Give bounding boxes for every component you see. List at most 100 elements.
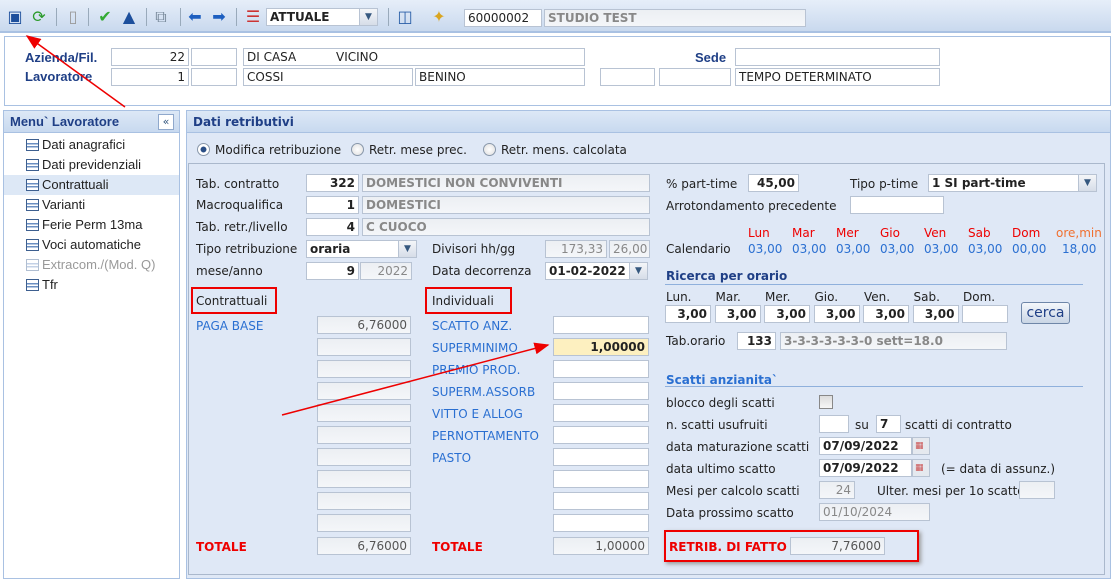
tab-contratto-code[interactable]: 322: [306, 174, 359, 192]
individuali-row-input[interactable]: [553, 360, 649, 378]
data-decorrenza-select[interactable]: 01-02-2022 ▼: [545, 262, 648, 280]
individuali-row-input[interactable]: [553, 382, 649, 400]
refresh-icon[interactable]: ⟳: [30, 8, 48, 26]
sidebar: Menu` Lavoratore « Dati anagrafici Dati p…: [3, 110, 180, 579]
individuali-row-input[interactable]: [553, 492, 649, 510]
cerca-button[interactable]: cerca: [1021, 302, 1070, 324]
arrow-right-icon[interactable]: ➡: [210, 8, 228, 26]
ricerca-day-input[interactable]: [962, 305, 1008, 323]
ricerca-day-input[interactable]: 3,00: [714, 305, 761, 323]
tab-contratto-desc: DOMESTICI NON CONVIVENTI: [362, 174, 650, 192]
calendar-day-label: Mer: [836, 226, 859, 240]
list-icon[interactable]: ☰: [244, 8, 262, 26]
sede-field[interactable]: [735, 48, 940, 66]
lavoratore-label: Lavoratore: [25, 69, 93, 84]
ulter-field: [1019, 481, 1055, 499]
radio-mese-prec[interactable]: [351, 143, 364, 156]
radio-label: Modifica retribuzione: [215, 143, 342, 157]
individuali-row-input[interactable]: [553, 316, 649, 334]
wand-icon[interactable]: ✦: [430, 8, 448, 26]
arrotondamento-field[interactable]: [850, 196, 944, 214]
azienda-fil[interactable]: [191, 48, 237, 66]
form-icon: [26, 139, 39, 151]
calendar-day-label: Ven: [924, 226, 947, 240]
mese-field[interactable]: 9: [306, 262, 359, 280]
individuali-row-input[interactable]: [553, 448, 649, 466]
individuali-row-input[interactable]: [553, 426, 649, 444]
ultimo-field[interactable]: 07/09/2022: [819, 459, 912, 477]
individuali-title: Individuali: [432, 294, 494, 308]
individuali-row-label: SUPERM.ASSORB: [432, 385, 536, 399]
macroqualifica-code[interactable]: 1: [306, 196, 359, 214]
part-time-field[interactable]: 45,00: [748, 174, 799, 192]
contratto-scatti-field[interactable]: 7: [876, 415, 901, 433]
contrattuali-row-value: [317, 426, 411, 444]
period-select[interactable]: ATTUALE ▼: [266, 8, 378, 26]
ricerca-day-input[interactable]: 3,00: [912, 305, 959, 323]
tipo-retribuzione-select[interactable]: oraria ▼: [306, 240, 417, 258]
radio-modifica[interactable]: [197, 143, 210, 156]
sidebar-item[interactable]: Voci automatiche: [4, 235, 179, 255]
copy-icon[interactable]: ⧉: [152, 8, 170, 26]
sidebar-item-label: Extracom./(Mod. Q): [42, 257, 156, 272]
sidebar-item[interactable]: Dati anagrafici: [4, 135, 179, 155]
divisori-label: Divisori hh/gg: [432, 242, 516, 256]
calendar-day-value: 03,00: [924, 242, 959, 256]
sidebar-item[interactable]: Contrattuali: [4, 175, 179, 195]
individuali-row-input[interactable]: [553, 514, 649, 532]
tab-orario-desc: 3-3-3-3-3-3-0 sett=18.0: [780, 332, 1007, 350]
blocco-checkbox[interactable]: [819, 395, 833, 409]
ricerca-day-input[interactable]: 3,00: [813, 305, 860, 323]
individuali-row-label: SCATTO ANZ.: [432, 319, 513, 333]
radio-label: Retr. mens. calcolata: [501, 143, 627, 157]
tipo-ptime-select[interactable]: 1 SI part-time ▼: [928, 174, 1097, 192]
contrattuali-row-value: 6,76000: [317, 316, 411, 334]
calendar-day-label: Mar: [792, 226, 815, 240]
delete-icon[interactable]: ▯: [64, 8, 82, 26]
form-icon: [26, 259, 39, 271]
individuali-row-input[interactable]: 1,00000: [553, 338, 649, 356]
save-icon[interactable]: ▣: [6, 8, 24, 26]
sidebar-item[interactable]: Dati previdenziali: [4, 155, 179, 175]
collapse-icon[interactable]: «: [158, 114, 174, 130]
ricerca-day-input[interactable]: 3,00: [863, 305, 909, 323]
sidebar-item-label: Varianti: [42, 197, 86, 212]
tab-retr-code[interactable]: 4: [306, 218, 359, 236]
azienda-label: Azienda/Fil.: [25, 50, 98, 65]
contrattuali-row-value: [317, 360, 411, 378]
tab-orario-label: Tab.orario: [666, 334, 726, 348]
archive-icon[interactable]: ◫: [396, 8, 414, 26]
radio-mens-calcolata[interactable]: [483, 143, 496, 156]
up-icon[interactable]: ▲: [120, 8, 138, 26]
arrotondamento-label: Arrotondamento precedente: [666, 199, 837, 213]
contrattuali-row-value: [317, 514, 411, 532]
tipo-retribuzione-label: Tipo retribuzione: [196, 242, 298, 256]
lavoratore-code[interactable]: 1: [111, 68, 189, 86]
individuali-row-input[interactable]: [553, 404, 649, 422]
individuali-row-input[interactable]: [553, 470, 649, 488]
data-decorrenza-value: 01-02-2022: [549, 264, 626, 278]
macroqualifica-desc: DOMESTICI: [362, 196, 650, 214]
prossimo-label: Data prossimo scatto: [666, 506, 794, 520]
sidebar-item[interactable]: Varianti: [4, 195, 179, 215]
su-label: su: [855, 418, 869, 432]
usufruiti-field[interactable]: [819, 415, 849, 433]
azienda-code[interactable]: 22: [111, 48, 189, 66]
maturazione-label: data maturazione scatti: [666, 440, 810, 454]
ricerca-day-label: Dom.: [963, 290, 996, 304]
tab-orario-code[interactable]: 133: [737, 332, 776, 350]
sidebar-item[interactable]: Ferie Perm 13ma: [4, 215, 179, 235]
calendar-icon[interactable]: ▦: [912, 459, 930, 477]
form-icon: [26, 159, 39, 171]
calendar-icon[interactable]: ▦: [912, 437, 930, 455]
maturazione-field[interactable]: 07/09/2022: [819, 437, 912, 455]
confirm-icon[interactable]: ✔: [96, 8, 114, 26]
arrow-left-icon[interactable]: ⬅: [186, 8, 204, 26]
sidebar-item[interactable]: Tfr: [4, 275, 179, 295]
ricerca-day-input[interactable]: 3,00: [665, 305, 711, 323]
period-value: ATTUALE: [270, 10, 330, 24]
lavoratore-sub[interactable]: [191, 68, 237, 86]
ricerca-day-input[interactable]: 3,00: [764, 305, 810, 323]
sidebar-item[interactable]: Extracom./(Mod. Q): [4, 255, 179, 275]
sidebar-item-label: Tfr: [42, 277, 58, 292]
